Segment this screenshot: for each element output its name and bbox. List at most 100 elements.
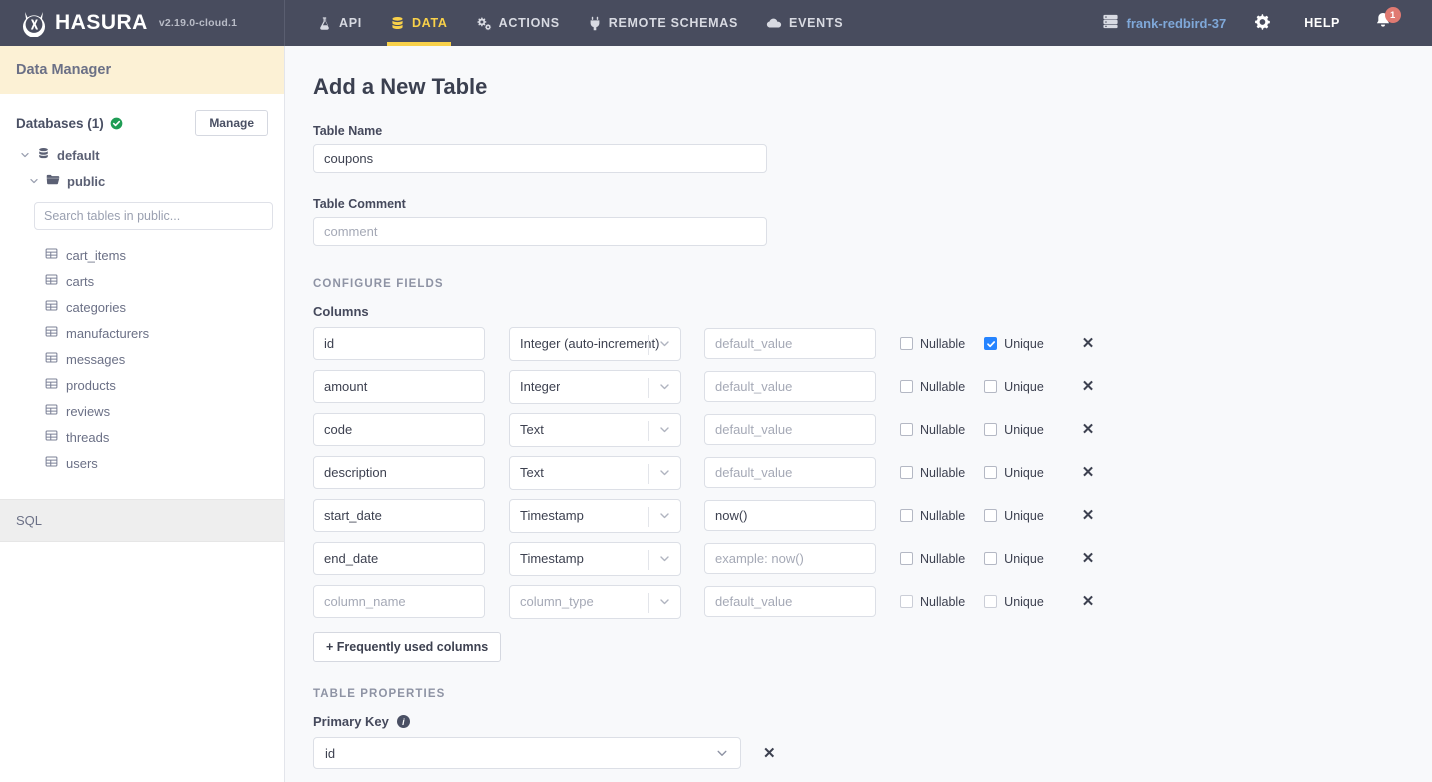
- table-list-item[interactable]: messages: [0, 346, 284, 372]
- column-name-input[interactable]: [313, 456, 485, 489]
- column-type-select[interactable]: Timestamp: [509, 542, 681, 576]
- nullable-checkbox[interactable]: [900, 552, 913, 565]
- nav-item-actions[interactable]: ACTIONS: [462, 0, 574, 46]
- close-x-icon[interactable]: ✕: [1082, 465, 1095, 480]
- column-type-select[interactable]: Integer: [509, 370, 681, 404]
- nullable-checkbox[interactable]: [900, 466, 913, 479]
- nullable-checkbox-group[interactable]: Nullable: [900, 466, 965, 480]
- project-name: frank-redbird-37: [1127, 16, 1227, 31]
- primary-key-label-row: Primary Key i: [313, 714, 1432, 729]
- remove-primary-key-button[interactable]: ✕: [763, 746, 776, 761]
- nullable-checkbox-group[interactable]: Nullable: [900, 423, 965, 437]
- chevron-down-icon[interactable]: [20, 150, 30, 160]
- chevron-down-icon[interactable]: [29, 176, 39, 186]
- column-default-input[interactable]: [704, 543, 876, 574]
- unique-checkbox[interactable]: [984, 509, 997, 522]
- nullable-checkbox-group[interactable]: Nullable: [900, 337, 965, 351]
- sidebar-tree-item-default[interactable]: default: [0, 142, 284, 168]
- nullable-checkbox-group[interactable]: Nullable: [900, 552, 965, 566]
- unique-checkbox[interactable]: [984, 466, 997, 479]
- table-icon: [45, 455, 58, 471]
- column-default-input[interactable]: [704, 500, 876, 531]
- primary-key-select[interactable]: id: [313, 737, 741, 769]
- unique-checkbox-group[interactable]: Unique: [984, 337, 1044, 351]
- unique-checkbox[interactable]: [984, 423, 997, 436]
- nav-item-remote-schemas[interactable]: REMOTE SCHEMAS: [574, 0, 752, 46]
- table-list-item[interactable]: carts: [0, 268, 284, 294]
- cloud-icon: [766, 16, 782, 31]
- table-name-input[interactable]: [313, 144, 767, 173]
- close-x-icon[interactable]: ✕: [1082, 379, 1095, 394]
- unique-checkbox-group[interactable]: Unique: [984, 380, 1044, 394]
- unique-checkbox[interactable]: [984, 595, 997, 608]
- help-button[interactable]: HELP: [1290, 0, 1354, 46]
- unique-checkbox[interactable]: [984, 552, 997, 565]
- table-name: carts: [66, 274, 94, 289]
- column-name-input[interactable]: [313, 585, 485, 618]
- bell-icon: [1372, 21, 1394, 35]
- table-comment-input[interactable]: [313, 217, 767, 246]
- column-default-input[interactable]: [704, 328, 876, 359]
- nav-item-events[interactable]: EVENTS: [752, 0, 857, 46]
- project-selector[interactable]: frank-redbird-37: [1092, 13, 1237, 33]
- notifications-button[interactable]: 1: [1358, 0, 1412, 46]
- unique-checkbox[interactable]: [984, 380, 997, 393]
- unique-checkbox-group[interactable]: Unique: [984, 552, 1044, 566]
- unique-checkbox-group[interactable]: Unique: [984, 466, 1044, 480]
- table-list-item[interactable]: categories: [0, 294, 284, 320]
- data-manager-header: Data Manager: [0, 46, 284, 94]
- nav-item-api[interactable]: API: [303, 0, 376, 46]
- table-list-item[interactable]: users: [0, 450, 284, 476]
- close-x-icon[interactable]: ✕: [1082, 336, 1095, 351]
- unique-checkbox[interactable]: [984, 337, 997, 350]
- column-type-select[interactable]: column_type: [509, 585, 681, 619]
- table-list-item[interactable]: products: [0, 372, 284, 398]
- column-name-input[interactable]: [313, 327, 485, 360]
- table-list-item[interactable]: manufacturers: [0, 320, 284, 346]
- table-list-item[interactable]: reviews: [0, 398, 284, 424]
- nullable-checkbox-group[interactable]: Nullable: [900, 380, 965, 394]
- info-icon[interactable]: i: [397, 715, 410, 728]
- search-tables-input[interactable]: [34, 202, 273, 230]
- nullable-checkbox[interactable]: [900, 595, 913, 608]
- manage-databases-button[interactable]: Manage: [195, 110, 268, 136]
- column-type-select[interactable]: Timestamp: [509, 499, 681, 533]
- column-name-input[interactable]: [313, 542, 485, 575]
- unique-checkbox-group[interactable]: Unique: [984, 509, 1044, 523]
- close-x-icon[interactable]: ✕: [1082, 422, 1095, 437]
- nullable-checkbox[interactable]: [900, 337, 913, 350]
- table-name-label: Table Name: [313, 124, 1432, 138]
- column-default-input[interactable]: [704, 371, 876, 402]
- column-name-input[interactable]: [313, 370, 485, 403]
- chevron-down-icon: [658, 371, 671, 403]
- column-type-select[interactable]: Text: [509, 413, 681, 447]
- close-x-icon[interactable]: ✕: [1082, 594, 1095, 609]
- column-type-select[interactable]: Integer (auto-increment): [509, 327, 681, 361]
- nullable-checkbox[interactable]: [900, 509, 913, 522]
- table-list-item[interactable]: threads: [0, 424, 284, 450]
- sidebar-item-sql[interactable]: SQL: [0, 499, 284, 542]
- unique-checkbox-group[interactable]: Unique: [984, 595, 1044, 609]
- nullable-checkbox[interactable]: [900, 423, 913, 436]
- unique-checkbox-group[interactable]: Unique: [984, 423, 1044, 437]
- column-default-input[interactable]: [704, 457, 876, 488]
- close-x-icon[interactable]: ✕: [1082, 551, 1095, 566]
- settings-button[interactable]: [1240, 0, 1286, 46]
- column-type-select[interactable]: Text: [509, 456, 681, 490]
- nullable-checkbox-group[interactable]: Nullable: [900, 509, 965, 523]
- nav-item-data[interactable]: DATA: [376, 0, 462, 46]
- column-default-input[interactable]: [704, 586, 876, 617]
- nullable-checkbox[interactable]: [900, 380, 913, 393]
- column-name-input[interactable]: [313, 499, 485, 532]
- table-list-item[interactable]: cart_items: [0, 242, 284, 268]
- columns-list: Integer (auto-increment) Nullable Unique: [285, 327, 1432, 618]
- frequently-used-columns-button[interactable]: + Frequently used columns: [313, 632, 501, 662]
- nav-label-data: DATA: [412, 16, 448, 30]
- brand-logo[interactable]: HASURA v2.19.0-cloud.1: [0, 0, 285, 46]
- nullable-checkbox-group[interactable]: Nullable: [900, 595, 965, 609]
- column-default-input[interactable]: [704, 414, 876, 445]
- close-x-icon[interactable]: ✕: [1082, 508, 1095, 523]
- nullable-label: Nullable: [920, 337, 965, 351]
- sidebar-tree-item-public[interactable]: public: [0, 168, 284, 194]
- column-name-input[interactable]: [313, 413, 485, 446]
